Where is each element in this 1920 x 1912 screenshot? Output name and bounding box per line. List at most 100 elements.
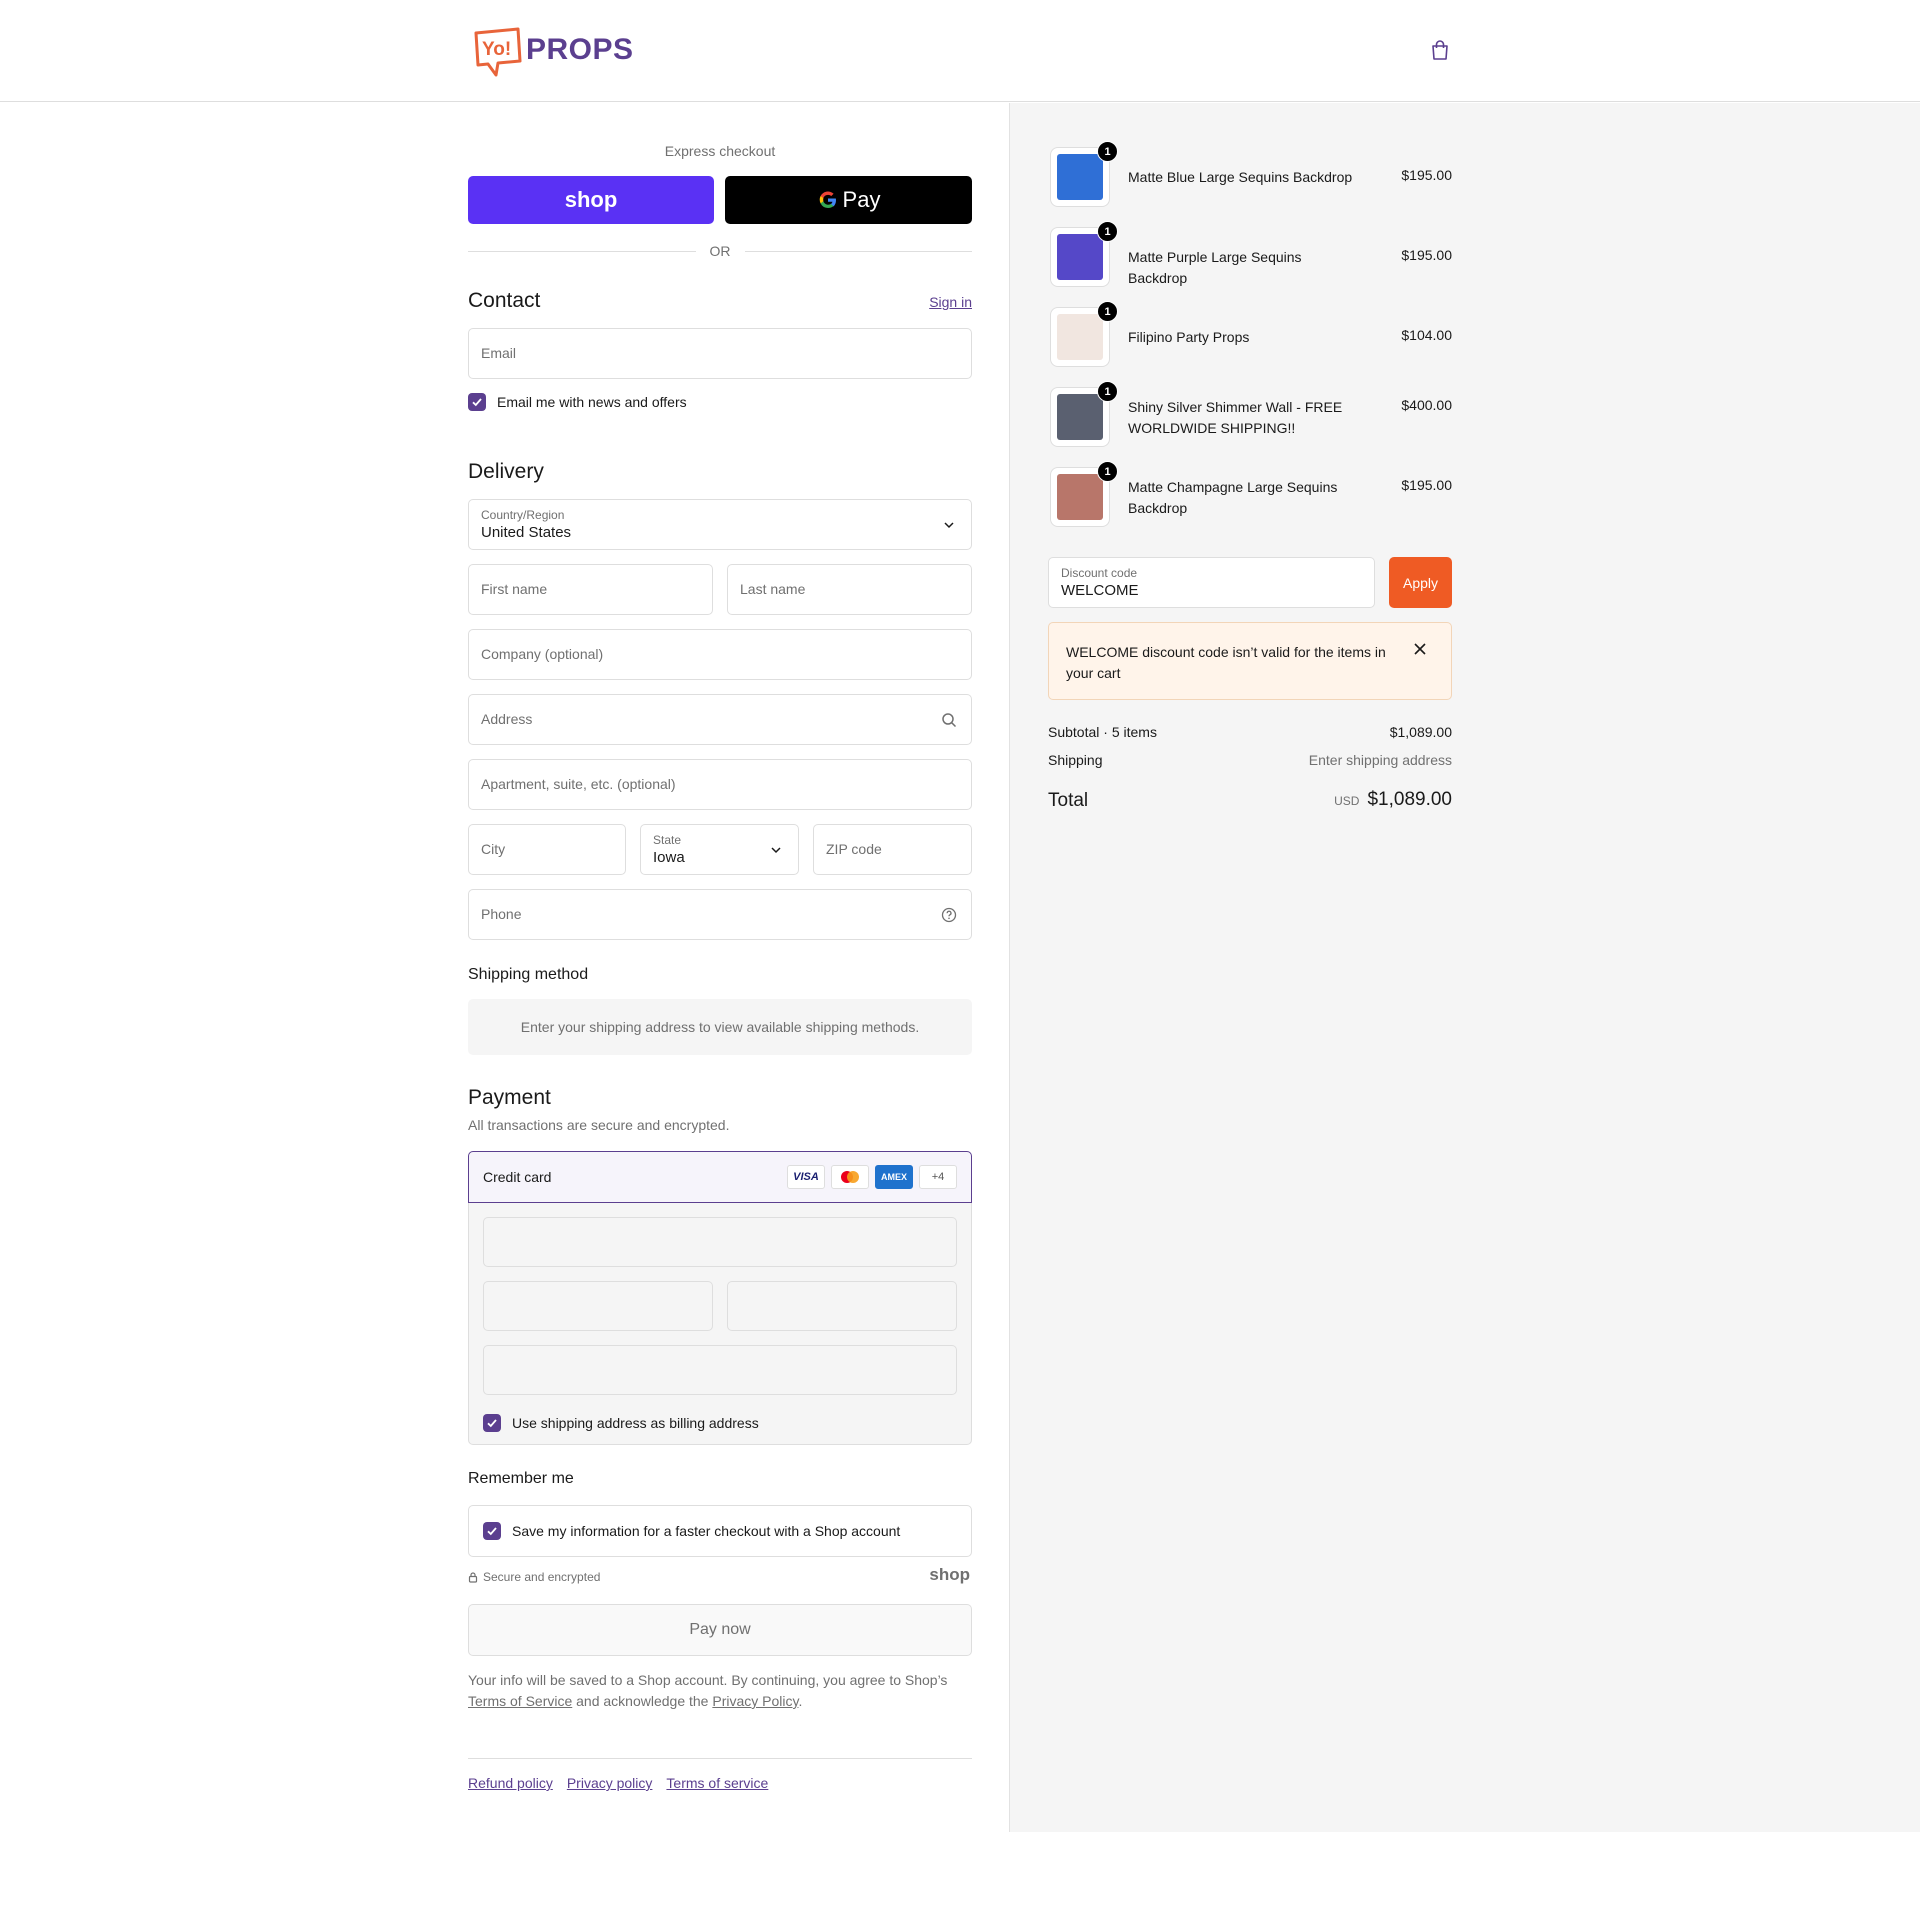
- sign-in-link[interactable]: Sign in: [929, 294, 972, 310]
- discount-code-field[interactable]: Discount code WELCOME: [1048, 557, 1375, 608]
- discount-warning-text: WELCOME discount code isn’t valid for th…: [1066, 644, 1386, 681]
- card-brand-icons: VISA AMEX +4: [787, 1165, 957, 1189]
- email-placeholder: Email: [481, 345, 517, 361]
- product-name: Shiny Silver Shimmer Wall - FREE WORLDWI…: [1128, 399, 1343, 436]
- google-pay-label: Pay: [842, 187, 881, 212]
- state-label: State: [653, 833, 682, 847]
- header: Yo! PROPS: [0, 0, 1920, 102]
- contact-title: Contact: [468, 289, 541, 312]
- product-price: $195.00: [1401, 167, 1452, 183]
- address-placeholder: Address: [481, 711, 533, 727]
- email-field[interactable]: Email: [468, 328, 972, 379]
- legal-text-2: and acknowledge the: [576, 1693, 709, 1709]
- google-pay-button[interactable]: Pay: [725, 176, 972, 224]
- logo-speech-bubble: Yo!: [472, 27, 524, 77]
- billing-checkbox[interactable]: [483, 1414, 501, 1432]
- company-field[interactable]: Company (optional): [468, 629, 972, 680]
- product-price: $400.00: [1401, 397, 1452, 413]
- address-field[interactable]: Address: [468, 694, 972, 745]
- country-value: United States: [481, 524, 572, 541]
- mastercard-icon: [831, 1165, 869, 1189]
- apartment-field[interactable]: Apartment, suite, etc. (optional): [468, 759, 972, 810]
- apartment-placeholder: Apartment, suite, etc. (optional): [481, 776, 676, 792]
- chevron-down-icon: [771, 847, 781, 854]
- order-item: 1 Filipino Party Props $104.00: [1048, 301, 1452, 369]
- credit-card-option[interactable]: Credit card VISA AMEX +4: [468, 1151, 972, 1203]
- shop-pay-button[interactable]: shop: [468, 176, 714, 224]
- order-item: 1 Matte Blue Large Sequins Backdrop $195…: [1048, 141, 1452, 209]
- last-name-field[interactable]: Last name: [727, 564, 972, 615]
- zip-field[interactable]: ZIP code: [813, 824, 972, 875]
- total-currency: USD: [1334, 794, 1360, 808]
- product-name: Filipino Party Props: [1128, 329, 1250, 345]
- city-field[interactable]: City: [468, 824, 626, 875]
- remember-me-title: Remember me: [468, 1470, 574, 1487]
- news-checkbox[interactable]: [468, 393, 486, 411]
- product-price: $104.00: [1401, 327, 1452, 343]
- product-name: Matte Champagne Large Sequins Backdrop: [1128, 479, 1338, 516]
- shipping-method-title: Shipping method: [468, 966, 589, 983]
- total-amount: $1,089.00: [1367, 789, 1452, 810]
- product-price: $195.00: [1401, 477, 1452, 493]
- footer-terms-of-service-link[interactable]: Terms of service: [666, 1775, 768, 1791]
- card-expiry-field[interactable]: [483, 1281, 713, 1331]
- city-placeholder: City: [481, 841, 506, 857]
- first-name-field[interactable]: First name: [468, 564, 713, 615]
- state-value: Iowa: [653, 849, 685, 866]
- help-icon[interactable]: [941, 907, 957, 923]
- shipping-value: Enter shipping address: [1308, 752, 1452, 768]
- billing-label: Use shipping address as billing address: [512, 1415, 759, 1431]
- quantity-badge: 1: [1097, 461, 1118, 482]
- company-placeholder: Company (optional): [481, 646, 604, 662]
- last-name-placeholder: Last name: [740, 581, 806, 597]
- secure-encrypted-note: Secure and encrypted: [468, 1570, 600, 1584]
- or-label: OR: [709, 243, 731, 259]
- discount-value: WELCOME: [1061, 582, 1139, 599]
- google-g-icon: [819, 191, 836, 208]
- state-select[interactable]: State Iowa: [640, 824, 799, 875]
- footer-privacy-policy-link[interactable]: Privacy policy: [567, 1775, 653, 1791]
- billing-checkbox-row[interactable]: Use shipping address as billing address: [483, 1414, 759, 1432]
- close-icon[interactable]: [1413, 642, 1427, 656]
- discount-warning: WELCOME discount code isn’t valid for th…: [1048, 622, 1452, 700]
- terms-of-service-link[interactable]: Terms of Service: [468, 1693, 572, 1709]
- legal-text-1: Your info will be saved to a Shop accoun…: [468, 1672, 948, 1688]
- quantity-badge: 1: [1097, 301, 1118, 322]
- footer-links: Refund policy Privacy policy Terms of se…: [468, 1775, 768, 1791]
- check-icon: [487, 1419, 497, 1428]
- card-name-field[interactable]: [483, 1345, 957, 1395]
- logo-mark: Yo!: [482, 39, 511, 60]
- save-info-checkbox-row[interactable]: Save my information for a faster checkou…: [483, 1522, 900, 1540]
- delivery-title: Delivery: [468, 460, 544, 483]
- phone-placeholder: Phone: [481, 906, 522, 922]
- product-name: Matte Blue Large Sequins Backdrop: [1128, 169, 1353, 185]
- subtotal-value: $1,089.00: [1389, 724, 1452, 740]
- shop-logo: shop: [929, 1565, 970, 1584]
- card-cvv-field[interactable]: [727, 1281, 957, 1331]
- cart-button[interactable]: [1428, 38, 1452, 62]
- visa-icon: VISA: [787, 1165, 825, 1189]
- total-value: USD $1,089.00: [1334, 789, 1452, 811]
- order-item: 1 Shiny Silver Shimmer Wall - FREE WORLD…: [1048, 381, 1452, 449]
- credit-card-form: Use shipping address as billing address: [468, 1203, 972, 1445]
- pay-now-button[interactable]: Pay now: [468, 1604, 972, 1656]
- shipping-label: Shipping: [1048, 752, 1103, 768]
- secure-label: Secure and encrypted: [483, 1570, 601, 1584]
- news-checkbox-row[interactable]: Email me with news and offers: [468, 393, 687, 411]
- refund-policy-link[interactable]: Refund policy: [468, 1775, 553, 1791]
- save-info-checkbox[interactable]: [483, 1522, 501, 1540]
- payment-subtitle: All transactions are secure and encrypte…: [468, 1117, 730, 1133]
- search-icon: [942, 713, 957, 728]
- privacy-policy-link[interactable]: Privacy Policy: [712, 1693, 798, 1709]
- apply-discount-button[interactable]: Apply: [1389, 557, 1452, 608]
- subtotal-row: Subtotal · 5 items $1,089.00: [1048, 724, 1452, 740]
- express-checkout-title: Express checkout: [664, 143, 776, 159]
- card-number-field[interactable]: [483, 1217, 957, 1267]
- legal-period: .: [798, 1693, 803, 1709]
- logo-text: PROPS: [526, 33, 634, 66]
- phone-field[interactable]: Phone: [468, 889, 972, 940]
- store-logo[interactable]: Yo! PROPS: [472, 24, 634, 77]
- zip-placeholder: ZIP code: [826, 841, 882, 857]
- footer-divider: [468, 1758, 972, 1759]
- country-select[interactable]: Country/Region United States: [468, 499, 972, 550]
